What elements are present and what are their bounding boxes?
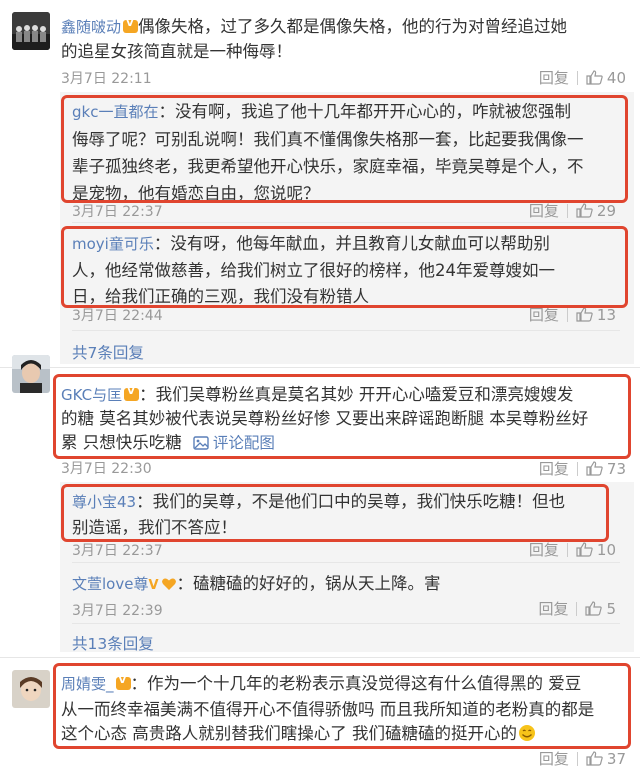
vip-icon [123,18,139,33]
timestamp: 3月7日 22:11 [61,71,152,87]
like-count: 5 [606,600,616,618]
divider [576,602,578,616]
timestamp: 3月7日 22:44 [72,308,163,324]
avatar[interactable] [12,355,50,393]
like-icon[interactable] [586,461,603,476]
like-icon[interactable] [576,542,593,557]
divider [72,623,620,624]
like-icon[interactable] [585,601,603,616]
like-icon[interactable] [576,203,593,218]
reply-text: ：磕糖磕的好好的，锅从天上降。害 [176,574,441,593]
reply-button[interactable]: 回复 [539,750,569,768]
like-count: 37 [606,750,626,768]
comment-text: 偶像失格，过了多久都是偶像失格，他的行为对曾经追过她 [138,17,568,36]
reply-button[interactable]: 回复 [539,460,569,478]
avatar[interactable] [12,12,50,50]
divider [0,367,640,368]
divider [576,71,578,85]
divider [72,222,620,223]
timestamp: 3月7日 22:30 [61,461,152,477]
like-count: 40 [606,69,626,87]
divider [576,752,578,766]
highlight-box [53,374,631,459]
highlight-box [53,663,631,749]
reply-item: 文萱love尊V ：磕糖磕的好好的，锅从天上降。害 [72,570,441,597]
reply-button[interactable]: 回复 [539,69,569,87]
timestamp: 3月7日 22:37 [72,543,163,559]
reply-button[interactable]: 回复 [529,541,559,559]
divider [72,562,620,563]
comment-actions: 回复 40 [539,67,626,88]
like-icon[interactable] [576,307,593,322]
highlight-box [61,484,609,542]
timestamp: 3月7日 22:39 [72,603,163,619]
like-count: 10 [596,541,616,559]
divider [72,330,620,331]
like-count: 13 [596,306,616,324]
reply-actions: 回复 10 [529,539,616,560]
divider [566,204,568,218]
comment-text: 的追星女孩简直就是一种侮辱！ [61,42,292,61]
comment-body: 鑫随啵动偶像失格，过了多久都是偶像失格，他的行为对曾经追过她 [61,13,567,40]
reply-actions: 回复 5 [538,598,616,619]
reply-button[interactable]: 回复 [529,202,559,220]
heart-badge-icon [161,578,176,590]
more-replies-link[interactable]: 共7条回复 [72,341,144,363]
reply-button[interactable]: 回复 [529,306,559,324]
vip-badge-icon: V [148,578,159,593]
username[interactable]: 鑫随啵动 [61,18,121,36]
timestamp: 3月7日 22:37 [72,204,163,220]
avatar[interactable] [12,670,50,708]
divider [566,308,568,322]
reply-actions: 回复 29 [529,200,616,221]
more-replies-link[interactable]: 共13条回复 [72,632,154,654]
like-icon[interactable] [586,751,603,766]
divider [576,462,578,476]
reply-button[interactable]: 回复 [538,600,568,618]
divider [566,543,568,557]
comment-actions: 回复 37 [539,748,626,769]
like-count: 73 [606,460,626,478]
divider [0,657,640,658]
highlight-box [61,226,628,308]
like-count: 29 [596,202,616,220]
highlight-box [61,95,628,203]
like-icon[interactable] [586,70,603,85]
reply-username[interactable]: 文萱love尊 [72,575,148,593]
comment-actions: 回复 73 [539,458,626,479]
